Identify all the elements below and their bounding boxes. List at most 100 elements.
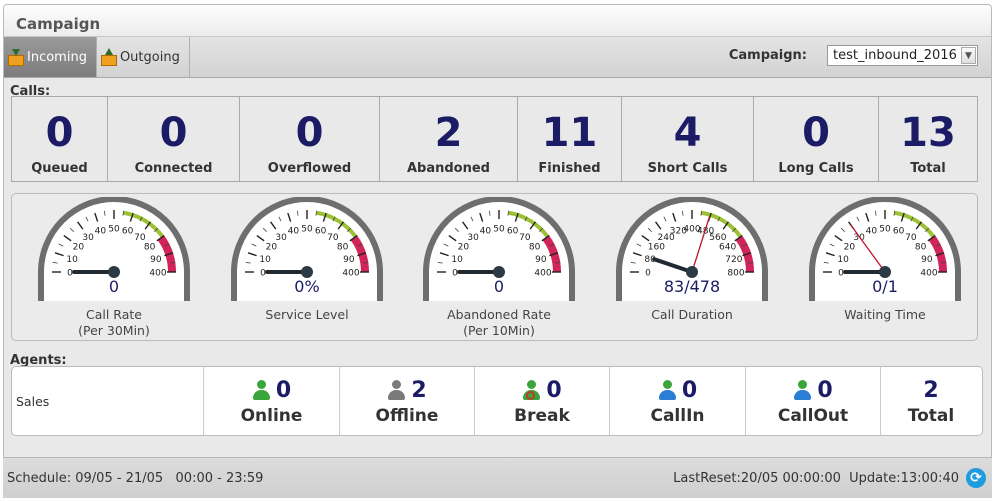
calls-connected-label: Connected	[134, 161, 213, 176]
gauge-tick-label: 10	[451, 255, 463, 265]
agent-online-icon	[252, 379, 270, 401]
gauge-tick-label: 20	[458, 243, 470, 253]
gauge-tick-label: 90	[535, 255, 547, 265]
gauge-call-duration-caption: Call Duration	[602, 307, 782, 323]
agents-online-label: Online	[240, 406, 303, 426]
gauge-tick-label: 20	[73, 243, 85, 253]
gauge-tick-label: 70	[905, 233, 917, 243]
gauge-call-duration-title: Call Duration	[651, 307, 733, 322]
gauge-tick-label: 50	[108, 225, 120, 235]
calls-finished-value: 11	[541, 110, 598, 156]
gauge-tick-label: 40	[288, 227, 300, 237]
calls-long-label: Long Calls	[778, 161, 854, 176]
agent-callout-icon	[793, 379, 812, 401]
agents-callout: 0 CallOut	[746, 367, 881, 435]
gauge-tick-label: 70	[519, 233, 531, 243]
gauge-waiting-time-title: Waiting Time	[844, 307, 926, 322]
campaign-label: Campaign:	[728, 48, 807, 63]
tab-incoming-label: Incoming	[27, 49, 87, 65]
gauge-tick-label: 70	[327, 233, 339, 243]
calls-short-label: Short Calls	[647, 161, 728, 176]
calls-summary-row: 0 Queued 0 Connected 0 Overflowed 2 Aban…	[11, 96, 978, 182]
calls-finished-label: Finished	[538, 161, 601, 176]
gauge-abandoned-rate: 0 10 20 30 40 50 60 70 80 90 400 0 Abandoned Rate …	[419, 197, 579, 338]
agents-callout-label: CallOut	[777, 406, 849, 426]
gauge-tick-label: 20	[266, 243, 278, 253]
agents-total-label: Total	[907, 406, 955, 426]
schedule-text: Schedule: 09/05 - 21/05 00:00 - 23:59	[7, 471, 264, 486]
gauge-tick-label: 70	[134, 233, 146, 243]
calls-total: 13 Total	[879, 97, 977, 181]
gauge-abandoned-rate-value: 0	[493, 277, 505, 296]
gauge-tick-label: 50	[879, 225, 891, 235]
gauge-abandoned-rate-caption: Abandoned Rate (Per 10Min)	[409, 307, 589, 339]
calls-overflowed-value: 0	[295, 110, 324, 156]
agents-break-value: 0	[546, 377, 562, 403]
last-reset-text: LastReset:20/05 00:00:00 Update:13:00:40	[673, 471, 959, 486]
campaign-selector: Campaign: test_inbound_2016 ▼	[729, 45, 978, 66]
gauge-waiting-time-caption: Waiting Time	[795, 307, 975, 323]
gauge-tick-label: 80	[337, 243, 349, 253]
agents-callin: 0 CallIn	[610, 367, 746, 435]
chevron-down-icon[interactable]: ▼	[961, 47, 976, 64]
agents-online-value: 0	[275, 377, 292, 403]
calls-total-label: Total	[910, 161, 946, 176]
calls-short-value: 4	[673, 110, 702, 156]
status-bar: Schedule: 09/05 - 21/05 00:00 - 23:59 La…	[3, 457, 992, 498]
agents-offline: 2 Offline	[340, 367, 475, 435]
agents-total: 2 Total	[881, 367, 981, 435]
calls-queued-label: Queued	[31, 161, 88, 176]
gauge-tick-label: 30	[275, 233, 287, 243]
calls-queued-value: 0	[45, 110, 74, 156]
calls-connected-value: 0	[159, 110, 188, 156]
calls-short: 4 Short Calls	[622, 97, 754, 181]
gauge-call-rate-value: 0	[108, 277, 120, 296]
gauge-call-rate: 0 10 20 30 40 50 60 70 80 90 400 0 Call Rate (Per …	[34, 197, 194, 338]
agents-break: 0 Break	[475, 367, 610, 435]
calls-long-value: 0	[802, 110, 830, 156]
gauges-panel: 0 10 20 30 40 50 60 70 80 90 400 0 Call Rate (Per …	[11, 193, 978, 341]
gauge-abandoned-rate-subtitle: (Per 10Min)	[463, 323, 535, 338]
gauge-waiting-time: 0 10 20 30 40 50 60 70 80 90 400 0/1 Waiting Time	[805, 197, 965, 322]
calls-overflowed: 0 Overflowed	[240, 97, 380, 181]
gauge-tick-label: 10	[837, 255, 849, 265]
calls-finished: 11 Finished	[518, 97, 622, 181]
gauge-tick-label: 90	[150, 255, 162, 265]
agent-group-name: Sales	[12, 367, 204, 435]
gauge-service-level: 0 10 20 30 40 50 60 70 80 90 400 0% Service Level	[227, 197, 387, 322]
calls-long: 0 Long Calls	[754, 97, 879, 181]
gauge-waiting-time-value: 0/1	[872, 277, 898, 296]
gauge-tick-label: 640	[719, 243, 736, 253]
gauge-call-rate-subtitle: (Per 30Min)	[78, 323, 150, 338]
agents-callout-value: 0	[817, 377, 833, 403]
gauge-tick-label: 90	[921, 255, 933, 265]
agent-callin-icon	[658, 379, 676, 401]
tab-outgoing[interactable]: Outgoing	[97, 37, 190, 77]
calls-queued: 0 Queued	[12, 97, 108, 181]
agents-offline-value: 2	[411, 377, 427, 403]
gauge-tick-label: 40	[480, 227, 492, 237]
gauge-abandoned-rate-title: Abandoned Rate	[447, 307, 551, 322]
calls-overflowed-label: Overflowed	[267, 161, 352, 176]
inbox-upload-icon	[100, 48, 117, 66]
tab-incoming[interactable]: Incoming	[4, 37, 97, 77]
campaign-dropdown[interactable]: test_inbound_2016 ▼	[827, 45, 978, 66]
tab-bar: Incoming Outgoing Campaign: test_inbound…	[4, 37, 991, 78]
refresh-icon[interactable]: ⟳	[966, 468, 986, 488]
gauge-tick-label: 80	[529, 243, 541, 253]
gauge-tick-label: 720	[725, 255, 742, 265]
agents-table: Sales 0 Online 2 Offline 0 Break 0 CallI…	[11, 366, 983, 436]
gauge-tick-label: 80	[915, 243, 927, 253]
gauge-tick-label: 20	[844, 243, 856, 253]
gauge-tick-label: 30	[82, 233, 94, 243]
gauge-tick-label: 10	[259, 255, 271, 265]
gauge-service-level-title: Service Level	[265, 307, 349, 322]
window-title-bar: Campaign	[4, 5, 991, 37]
gauge-tick-label: 10	[66, 255, 78, 265]
tab-outgoing-label: Outgoing	[119, 49, 180, 65]
gauge-call-rate-caption: Call Rate (Per 30Min)	[24, 307, 204, 339]
agents-total-value: 2	[923, 377, 939, 403]
calls-abandoned-value: 2	[434, 110, 463, 156]
agents-online: 0 Online	[204, 367, 340, 435]
gauge-tick-label: 90	[343, 255, 355, 265]
